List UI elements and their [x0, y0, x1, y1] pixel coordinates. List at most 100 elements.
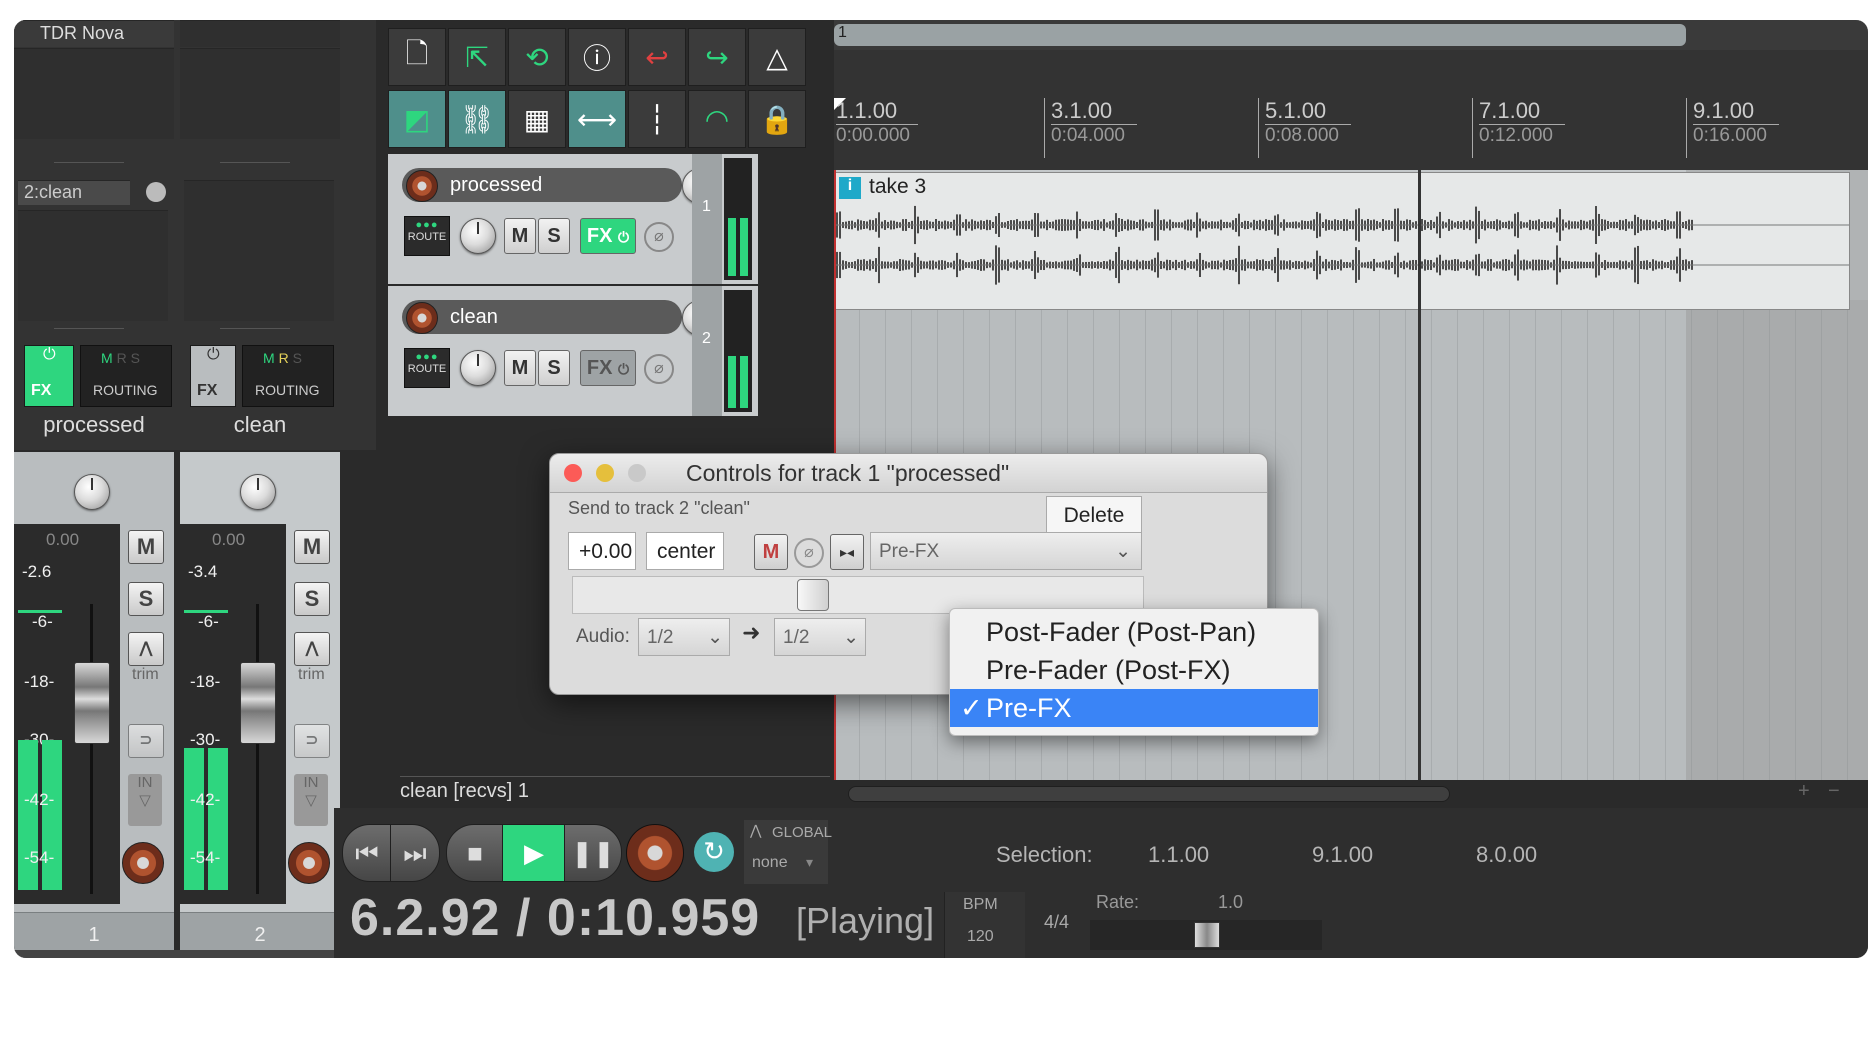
scroll-thumb[interactable] [848, 786, 1450, 802]
item-grouping-icon[interactable]: ▦ [508, 90, 566, 148]
mixer-scrollbar[interactable] [14, 950, 376, 958]
track-fx-button[interactable]: FX ⏻ [580, 218, 636, 254]
selection-end[interactable]: 9.1.00 [1312, 842, 1373, 868]
menu-item-post-fader[interactable]: Post-Fader (Post-Pan) [950, 613, 1318, 651]
send-slot-empty[interactable] [184, 180, 334, 321]
automation-icon[interactable]: ⋀ [294, 632, 330, 666]
play-button[interactable]: ▶ [502, 824, 566, 882]
track-fx-button[interactable]: FX ⏻ [580, 350, 636, 386]
pan-knob[interactable] [74, 474, 110, 510]
record-arm-button[interactable] [122, 842, 164, 884]
minimize-icon[interactable] [596, 464, 614, 482]
route-button[interactable]: ●●● ROUTE [404, 216, 450, 256]
send-mono-icon[interactable]: ▸◂ [830, 534, 864, 570]
slider-thumb[interactable] [797, 579, 829, 611]
delete-button[interactable]: Delete [1046, 496, 1142, 534]
lock-icon[interactable]: 🔒 [748, 90, 806, 148]
fx-slot-empty[interactable] [180, 48, 340, 139]
save-project-icon[interactable]: ⟲ [508, 28, 566, 86]
volume-fader[interactable] [240, 662, 276, 744]
record-button[interactable] [626, 824, 684, 882]
arrange-hscroll[interactable]: + − [834, 780, 1868, 806]
grid-lines-icon[interactable]: ┆ [628, 90, 686, 148]
track-pan-knob[interactable] [460, 218, 496, 254]
send-volume-field[interactable]: +0.00 [568, 532, 636, 570]
send-phase-icon[interactable]: ⌀ [794, 538, 824, 568]
mute-button[interactable]: M [128, 530, 164, 564]
phase-icon[interactable]: ⊃ [128, 724, 164, 758]
open-project-icon[interactable]: ⇱ [448, 28, 506, 86]
redo-icon[interactable]: ↪ [688, 28, 746, 86]
track-name-field[interactable]: processed [402, 168, 682, 202]
phase-invert-icon[interactable]: ⌀ [644, 354, 674, 384]
routing-button[interactable]: M R S ROUTING [80, 345, 172, 407]
send-pan-knob[interactable] [146, 182, 166, 202]
record-arm-button[interactable] [406, 302, 438, 334]
track-pan-knob[interactable] [460, 350, 496, 386]
track-header-processed[interactable]: processed ●●● ROUTE M S FX ⏻ ⌀ 1 [388, 154, 758, 284]
phase-icon[interactable]: ⊃ [294, 724, 330, 758]
send-pan-field[interactable]: center [646, 532, 724, 570]
media-item-take-3[interactable]: i take 3 [834, 172, 1850, 310]
bpm-box[interactable]: BPM 120 [944, 892, 1025, 958]
menu-item-pre-fader[interactable]: Pre-Fader (Post-FX) [950, 651, 1318, 689]
solo-button[interactable]: S [294, 582, 330, 616]
volume-fader[interactable] [74, 662, 110, 744]
record-arm-button[interactable] [406, 170, 438, 202]
grid-snap-icon[interactable]: ◩ [388, 90, 446, 148]
track-mute-button[interactable]: M [504, 218, 536, 254]
track-solo-button[interactable]: S [538, 218, 570, 254]
project-settings-icon[interactable]: ⓘ [568, 28, 626, 86]
zoom-icon[interactable] [628, 464, 646, 482]
info-icon[interactable]: i [839, 177, 861, 199]
ripple-edit-icon[interactable]: ⛓ [448, 90, 506, 148]
send-slot-empty[interactable] [18, 210, 168, 321]
input-monitor-button[interactable]: IN ▽ [294, 774, 328, 826]
dialog-titlebar[interactable]: Controls for track 1 "processed" [550, 454, 1267, 493]
metronome-icon[interactable]: △ [748, 28, 806, 86]
mute-button[interactable]: M [294, 530, 330, 564]
new-project-icon[interactable]: 🗋 [388, 28, 446, 86]
input-monitor-button[interactable]: IN ▽ [128, 774, 162, 826]
record-arm-button[interactable] [288, 842, 330, 884]
undo-icon[interactable]: ↩ [628, 28, 686, 86]
track-mute-button[interactable]: M [504, 350, 536, 386]
routing-button[interactable]: M R S ROUTING [242, 345, 334, 407]
zoom-out-icon[interactable]: − [1828, 780, 1840, 803]
envelope-points-icon[interactable]: ⟷ [568, 90, 626, 148]
pan-knob[interactable] [240, 474, 276, 510]
send-slot-clean[interactable]: 2:clean [18, 180, 130, 205]
zoom-in-icon[interactable]: + [1798, 780, 1810, 803]
dest-channel-select[interactable]: 1/2 ⌄ [774, 618, 866, 656]
close-icon[interactable] [564, 464, 582, 482]
pause-button[interactable]: ❚❚ [564, 824, 622, 882]
repeat-icon[interactable]: ↻ [694, 832, 734, 872]
selection-length[interactable]: 8.0.00 [1476, 842, 1537, 868]
fx-slot-empty[interactable] [14, 48, 174, 139]
fx-slot-tdr-nova[interactable]: TDR Nova [14, 20, 174, 47]
region-bar[interactable]: 1 [834, 24, 1686, 46]
track-solo-button[interactable]: S [538, 350, 570, 386]
time-display[interactable]: 6.2.92 / 0:10.959 [350, 888, 760, 948]
solo-button[interactable]: S [128, 582, 164, 616]
stop-button[interactable]: ■ [446, 824, 504, 882]
route-button[interactable]: ●●● ROUTE [404, 348, 450, 388]
fx-enable-button[interactable]: ⏻ FX [190, 345, 236, 407]
rate-slider[interactable] [1090, 920, 1322, 950]
time-signature[interactable]: 4/4 [1044, 912, 1069, 933]
track-header-clean[interactable]: clean ●●● ROUTE M S FX ⏻ ⌀ 2 [388, 286, 758, 416]
crossfade-icon[interactable]: ◠ [688, 90, 746, 148]
phase-invert-icon[interactable]: ⌀ [644, 222, 674, 252]
fx-slot-empty[interactable] [180, 20, 340, 47]
selection-start[interactable]: 1.1.00 [1148, 842, 1209, 868]
timeline-ruler[interactable]: 1.1.00 0:00.000 3.1.00 0:04.000 5.1.00 0:08… [834, 98, 1868, 170]
send-mute-button[interactable]: M [754, 534, 788, 570]
rate-slider-thumb[interactable] [1194, 922, 1220, 948]
go-to-start-icon[interactable]: ⏮ [342, 824, 392, 882]
fx-enable-button[interactable]: ⏻ FX [24, 345, 74, 407]
source-channel-select[interactable]: 1/2 ⌄ [638, 618, 730, 656]
track-name-field[interactable]: clean [402, 300, 682, 334]
playhead-cursor[interactable] [1418, 170, 1421, 780]
automation-mode-button[interactable]: ⋀ GLOBAL none ▾ [744, 820, 832, 884]
automation-icon[interactable]: ⋀ [128, 632, 164, 666]
